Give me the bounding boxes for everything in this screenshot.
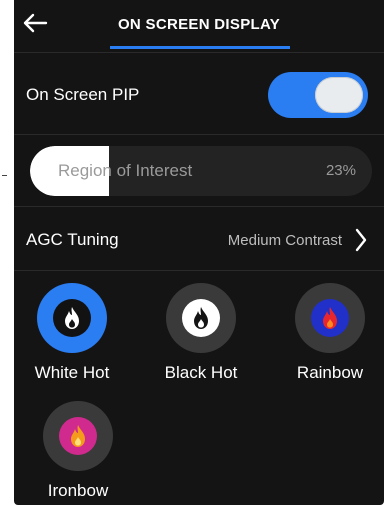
flame-icon — [71, 425, 85, 447]
palette-label: White Hot — [34, 363, 110, 382]
palette-label: Ironbow — [47, 481, 109, 500]
palette-ironbow[interactable]: Ironbow — [23, 401, 133, 505]
agc-value: Medium Contrast — [227, 232, 342, 249]
divider — [14, 206, 384, 207]
title-underline — [110, 46, 290, 49]
edge-marker — [2, 175, 7, 176]
divider — [14, 52, 384, 53]
flame-icon — [194, 307, 208, 329]
palette-swatch — [53, 299, 91, 337]
palette-white-hot[interactable]: White Hot — [17, 283, 127, 403]
pip-label: On Screen PIP — [26, 85, 140, 104]
agc-label: AGC Tuning — [26, 230, 119, 249]
flame-icon — [65, 307, 79, 329]
palette-circle — [43, 401, 113, 471]
palette-label: Black Hot — [164, 363, 238, 382]
page-title: ON SCREEN DISPLAY — [117, 16, 281, 33]
roi-slider[interactable]: Region of Interest 23% — [30, 146, 372, 196]
header-bar: ON SCREEN DISPLAY — [14, 0, 384, 52]
pip-toggle[interactable] — [268, 72, 368, 118]
toggle-knob — [315, 77, 363, 113]
palette-swatch — [182, 299, 220, 337]
divider — [14, 270, 384, 271]
palette-rainbow[interactable]: Rainbow — [275, 283, 384, 403]
palette-black-hot[interactable]: Black Hot — [146, 283, 256, 403]
palette-label: Rainbow — [296, 363, 364, 382]
app-screen: ON SCREEN DISPLAY On Screen PIP Region o… — [14, 0, 384, 505]
palette-swatch — [59, 417, 97, 455]
palette-swatch — [311, 299, 349, 337]
palette-circle — [37, 283, 107, 353]
palette-circle — [295, 283, 365, 353]
roi-value: 23% — [325, 162, 356, 179]
chevron-right-icon — [355, 228, 367, 252]
divider — [14, 134, 384, 135]
palette-circle — [166, 283, 236, 353]
flame-icon — [323, 307, 337, 329]
roi-label: Region of Interest — [58, 161, 193, 180]
